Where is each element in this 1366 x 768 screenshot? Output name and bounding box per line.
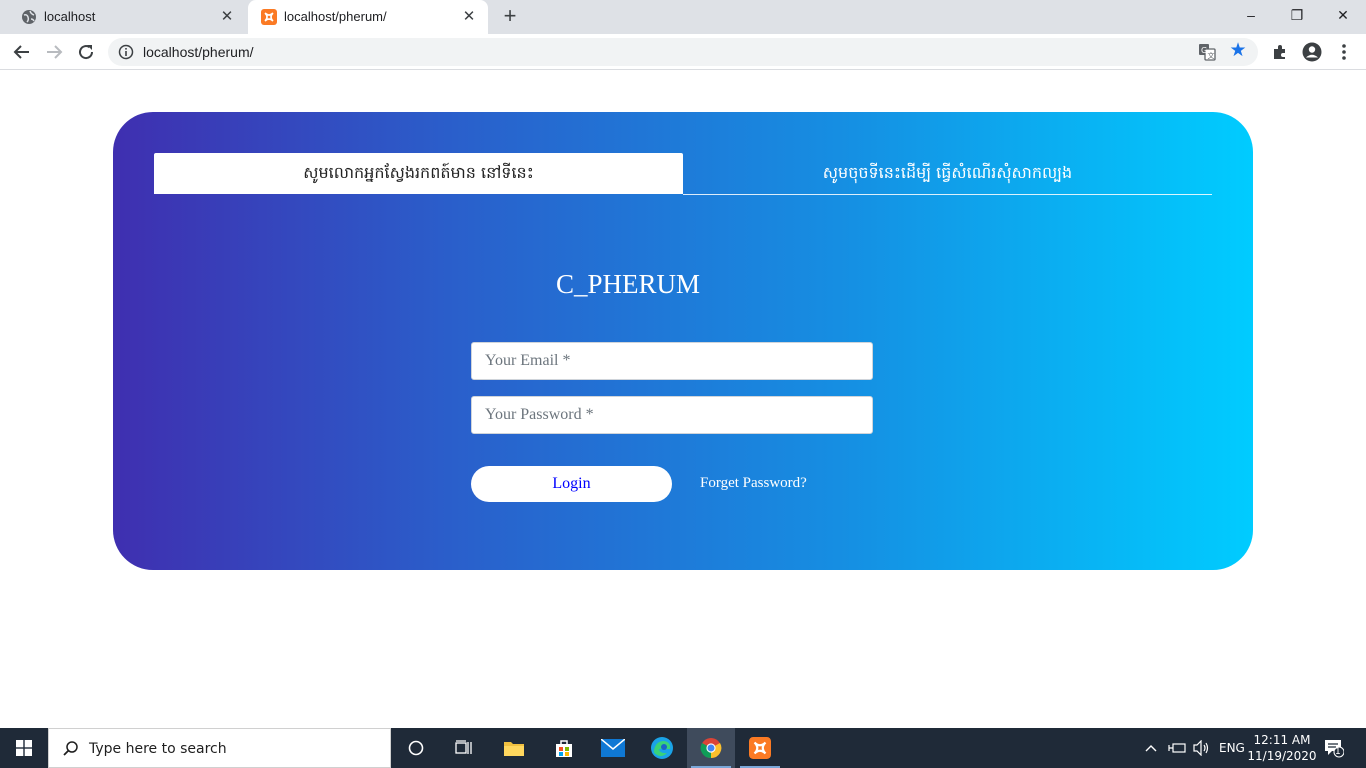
network-icon [1168, 743, 1186, 753]
search-placeholder: Type here to search [89, 741, 227, 757]
tab-request-trial[interactable]: សូមចុចទីនេះដើម្បី ធ្វើសំណើរសុំសាកល្បង [683, 153, 1212, 194]
profile-button[interactable] [1302, 42, 1322, 62]
edge-button[interactable] [638, 728, 686, 768]
translate-icon[interactable]: G文 [1198, 43, 1216, 61]
chrome-button[interactable] [687, 728, 735, 768]
speaker-icon [1193, 740, 1209, 756]
close-tab-icon[interactable]: ✕ [218, 8, 236, 26]
close-tab-icon[interactable]: ✕ [460, 8, 478, 26]
browser-tab-pherum[interactable]: localhost/pherum/ ✕ [248, 0, 488, 34]
chrome-icon [700, 738, 722, 759]
extensions-button[interactable] [1270, 42, 1290, 62]
info-icon[interactable] [118, 44, 134, 60]
notification-icon [1325, 740, 1344, 758]
browser-tab-localhost[interactable]: localhost ✕ [8, 0, 246, 34]
store-bag-icon [556, 740, 572, 757]
bookmark-star-icon[interactable]: ★ [1228, 41, 1248, 61]
file-explorer-button[interactable] [490, 728, 538, 768]
start-button[interactable] [0, 728, 48, 768]
forward-button[interactable] [40, 38, 68, 66]
mail-button[interactable] [589, 728, 637, 768]
email-field[interactable] [471, 342, 873, 380]
restore-button[interactable]: ❐ [1274, 0, 1320, 30]
edge-icon [651, 737, 673, 759]
cortana-circle-icon [408, 740, 424, 756]
taskbar-search-box[interactable]: Type here to search [48, 728, 391, 768]
reload-button[interactable] [72, 38, 100, 66]
puzzle-icon [1274, 45, 1285, 59]
xampp-icon [261, 9, 277, 25]
store-button[interactable] [540, 728, 588, 768]
browser-tabstrip: localhost ✕ localhost/pherum/ ✕ + – ❐ ✕ [0, 0, 1366, 34]
taskbar-clock[interactable]: 12:11 AM 11/19/2020 [1246, 732, 1318, 764]
action-center-button[interactable]: 1 [1324, 728, 1344, 768]
reload-icon [79, 45, 94, 60]
clock-date: 11/19/2020 [1247, 749, 1317, 763]
back-button[interactable] [8, 38, 36, 66]
forget-password-link[interactable]: Forget Password? [700, 475, 807, 492]
browser-toolbar: localhost/pherum/ G文 ★ [0, 34, 1366, 70]
show-hidden-icons-button[interactable] [1144, 728, 1158, 768]
login-card: សូមលោកអ្នកស្វែងរកពត៍មាន នៅទីនេះ សូមចុចទី… [113, 112, 1253, 570]
password-field[interactable] [471, 396, 873, 434]
chevron-up-icon [1145, 745, 1157, 752]
tab-title: localhost/pherum/ [284, 9, 387, 24]
input-language[interactable]: ENG [1219, 728, 1245, 768]
new-tab-button[interactable]: + [498, 5, 522, 29]
cortana-button[interactable] [392, 728, 440, 768]
xampp-icon [749, 737, 771, 759]
xampp-button[interactable] [736, 728, 784, 768]
windows-logo-icon [16, 740, 32, 756]
folder-icon [504, 742, 524, 756]
search-icon [63, 741, 78, 756]
clock-time: 12:11 AM [1253, 733, 1311, 747]
url-text[interactable]: localhost/pherum/ [143, 44, 254, 60]
account-icon [1302, 42, 1322, 62]
svg-text:文: 文 [1208, 51, 1215, 60]
windows-taskbar: Type here to search ENG 12:11 AM 11/19/2… [0, 728, 1366, 768]
task-view-button[interactable] [440, 728, 488, 768]
more-vert-icon [1342, 44, 1346, 60]
svg-text:G: G [1201, 46, 1207, 55]
tab-search-info[interactable]: សូមលោកអ្នកស្វែងរកពត៍មាន នៅទីនេះ [154, 153, 683, 194]
browser-menu-button[interactable] [1334, 42, 1354, 62]
minimize-button[interactable]: – [1228, 0, 1274, 30]
tab-divider [683, 194, 1212, 195]
mail-icon [601, 739, 625, 757]
close-window-button[interactable]: ✕ [1320, 0, 1366, 30]
address-bar[interactable]: localhost/pherum/ G文 ★ [108, 38, 1258, 66]
forward-arrow-icon [47, 45, 63, 59]
brand-title: C_PHERUM [556, 269, 701, 299]
task-view-icon [455, 740, 472, 754]
login-button[interactable]: Login [471, 466, 672, 502]
tab-title: localhost [44, 9, 96, 24]
notification-count: 1 [1335, 747, 1341, 757]
network-button[interactable] [1168, 728, 1186, 768]
volume-button[interactable] [1192, 728, 1210, 768]
globe-icon [22, 10, 36, 24]
back-arrow-icon [13, 45, 29, 59]
